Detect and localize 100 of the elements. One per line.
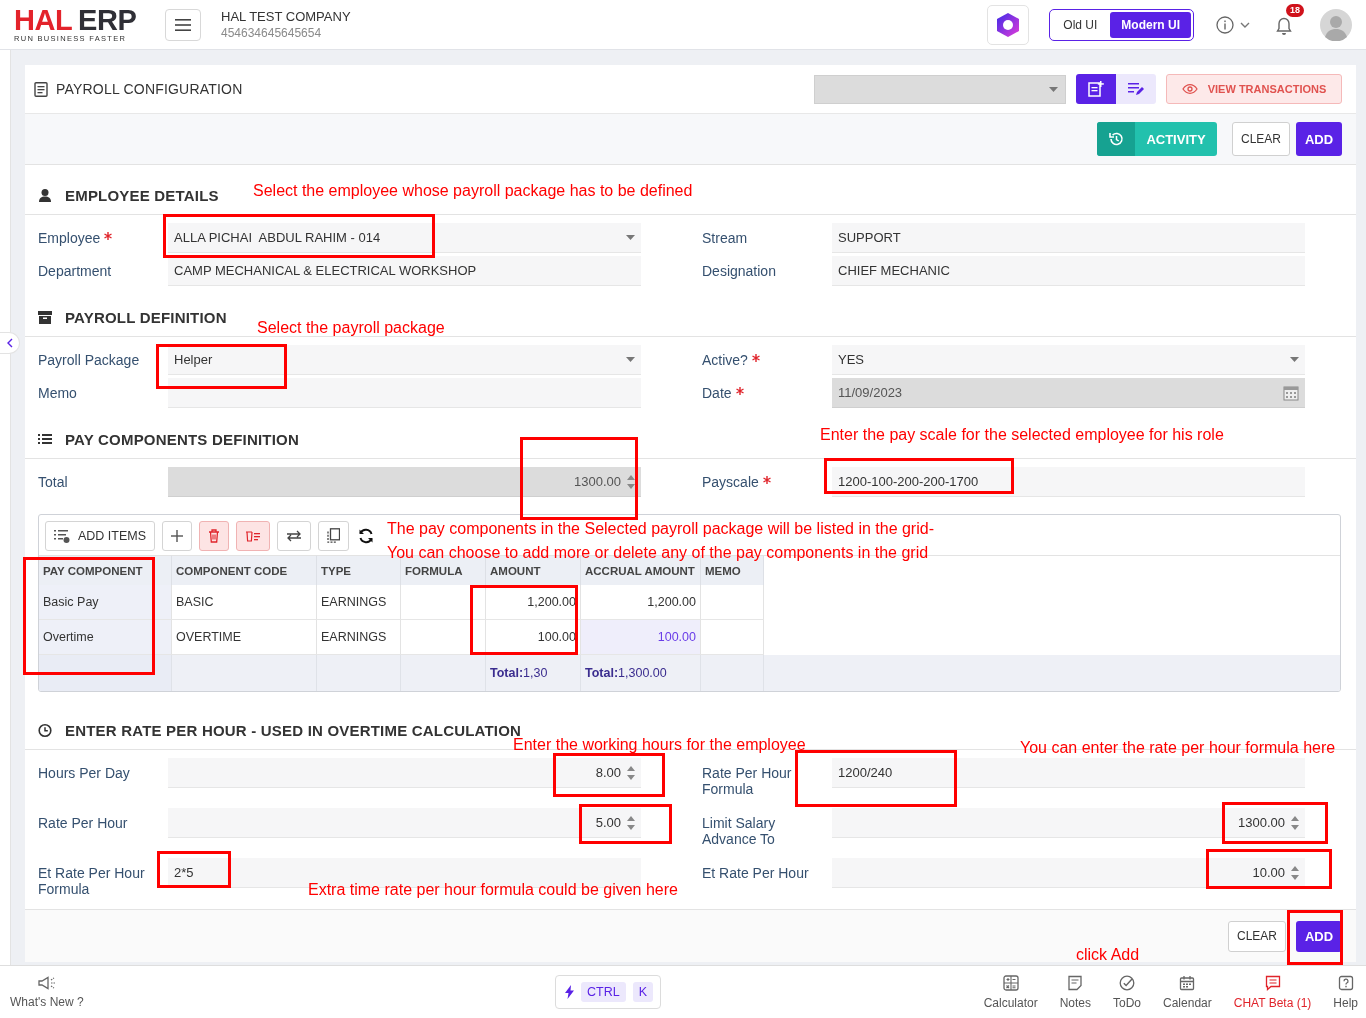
user-icon — [38, 188, 52, 203]
bell-icon[interactable] — [1276, 16, 1292, 36]
check-circle-icon — [1119, 974, 1135, 991]
list-edit-icon — [1128, 82, 1144, 96]
app-launcher-button[interactable] — [987, 4, 1030, 45]
edit-list-button[interactable] — [1116, 74, 1156, 104]
form-plus-icon — [1088, 81, 1104, 97]
help-icon — [1337, 974, 1354, 991]
spinner-icon[interactable] — [1291, 814, 1299, 831]
text-field[interactable]: 1200-100-200-200-1700 — [832, 467, 1305, 497]
highlight-box — [1287, 910, 1343, 965]
chat-icon — [1264, 974, 1281, 991]
shortcut-key: K — [632, 982, 653, 1002]
company-id: 454634645645654 — [221, 26, 323, 40]
company-name: HAL TEST COMPANY — [221, 9, 351, 24]
avatar-icon[interactable] — [1320, 8, 1352, 41]
logo-mark: HAL — [14, 6, 73, 33]
hexagon-logo-icon — [995, 11, 1022, 38]
sidebar-toggle-button[interactable] — [0, 332, 20, 354]
annotation-note: You can enter the rate per hour formula here — [1020, 738, 1336, 757]
list-add-icon — [54, 528, 70, 543]
megaphone-icon — [37, 975, 56, 990]
text-field[interactable]: CHIEF MECHANIC — [832, 256, 1305, 286]
add-button[interactable]: ADD — [1296, 920, 1342, 952]
page-title: PAYROLL CONFIGURATION — [56, 81, 243, 97]
dropdown-field[interactable] — [814, 74, 1066, 104]
archive-icon — [38, 310, 52, 325]
calendar-icon — [1179, 974, 1196, 991]
field-label: Hours Per Day — [38, 765, 130, 781]
copy-icon — [327, 528, 341, 543]
list-icon — [38, 432, 52, 447]
spinner-icon[interactable] — [627, 764, 635, 781]
field-label: Stream — [702, 230, 748, 246]
table-cell — [701, 655, 764, 691]
column-header: COMPONENT CODE — [172, 555, 317, 585]
footer-tool-button[interactable]: Calculator — [983, 974, 1038, 1010]
swap-button[interactable] — [277, 520, 312, 551]
field-label: Active? — [702, 352, 748, 368]
new-form-button[interactable] — [1076, 74, 1116, 104]
total-cell: Total:1,30 — [486, 655, 581, 691]
field-label: Designation — [702, 263, 776, 279]
text-field[interactable]: 1200/240 — [832, 758, 1305, 788]
spinner-icon[interactable] — [1291, 864, 1299, 881]
add-row-button[interactable] — [162, 520, 193, 551]
clear-button[interactable]: CLEAR — [1228, 920, 1286, 952]
footer-tool-button[interactable]: CHAT Beta (1) — [1233, 974, 1312, 1010]
chevron-down-icon[interactable] — [1240, 21, 1250, 28]
clear-button[interactable]: CLEAR — [1232, 122, 1290, 156]
table-cell: 100.00 — [581, 620, 701, 655]
annotation-note: Enter the pay scale for the selected employee for his role — [820, 425, 1224, 444]
caret-icon — [626, 235, 635, 240]
copy-button[interactable] — [318, 520, 350, 551]
menu-button[interactable] — [165, 8, 201, 41]
table-cell: 1,200.00 — [486, 585, 581, 620]
info-icon[interactable] — [1216, 15, 1234, 34]
notes-icon — [1067, 974, 1084, 991]
number-field[interactable]: 10.00 — [832, 858, 1305, 888]
dropdown-field[interactable]: YES — [832, 345, 1305, 375]
number-field[interactable]: 1300.00 — [832, 808, 1305, 838]
field-label: Department — [38, 263, 112, 279]
number-field[interactable]: 8.00 — [168, 758, 641, 788]
annotation-note: click Add — [1076, 945, 1140, 964]
text-field[interactable]: SUPPORT — [832, 223, 1305, 253]
shortcut-button[interactable]: CTRL K — [555, 975, 661, 1009]
number-field[interactable]: 5.00 — [168, 808, 641, 838]
annotation-note: Enter the working hours for the employee — [513, 736, 806, 754]
trash-icon — [208, 528, 221, 543]
document-icon — [34, 81, 48, 97]
eye-icon — [1181, 84, 1198, 94]
clock-icon — [38, 723, 52, 738]
dropdown-field[interactable]: ALLA PICHAI ABDUL RAHIM - 014 — [168, 223, 641, 253]
field-label: Memo — [38, 385, 77, 401]
footer-tool-button[interactable]: Calendar — [1163, 974, 1212, 1010]
footer-tool-button[interactable]: ToDo — [1113, 974, 1142, 1010]
annotation-note: Select the employee whose payroll package has to be defined — [253, 181, 693, 200]
add-items-button[interactable]: ADD ITEMS — [45, 520, 156, 551]
spinner-icon[interactable] — [627, 814, 635, 831]
notification-badge: 18 — [1286, 3, 1304, 17]
ui-toggle-option[interactable]: Modern UI — [1110, 11, 1191, 38]
caret-icon — [626, 357, 635, 362]
delete-button[interactable] — [199, 520, 230, 551]
field-label: Employee — [38, 230, 101, 246]
caret-icon — [1049, 86, 1058, 92]
field-label: Rate Per Hour — [38, 815, 128, 831]
table-cell: Overtime — [39, 620, 172, 655]
caret-icon — [1290, 357, 1299, 362]
text-field[interactable]: CAMP MECHANICAL & ELECTRICAL WORKSHOP — [168, 256, 641, 286]
text-field[interactable] — [168, 378, 641, 408]
field-label: Et Rate Per Hour — [702, 865, 809, 881]
annotation-note: The pay components in the Selected payroll package will be listed in the grid- — [387, 519, 934, 538]
footer-tool-button[interactable]: Help — [1333, 974, 1358, 1010]
dropdown-field[interactable]: Helper — [168, 345, 641, 375]
shortcut-key: CTRL — [581, 982, 626, 1002]
calculator-icon — [1002, 974, 1019, 991]
delete-rows-button[interactable] — [236, 520, 271, 551]
footer-tool-button[interactable]: Notes — [1059, 974, 1091, 1010]
whats-new-button[interactable]: What's New ? — [10, 975, 84, 1009]
menu-icon — [175, 18, 191, 31]
add-button[interactable]: ADD — [1296, 122, 1342, 156]
field-label: Et Rate Per Hour Formula — [38, 865, 146, 897]
